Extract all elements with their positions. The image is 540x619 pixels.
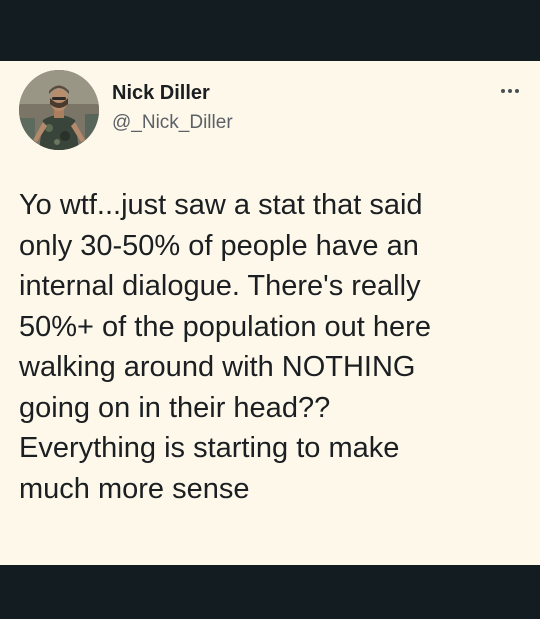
more-options-button[interactable]: [499, 83, 521, 99]
tweet-text: Yo wtf...just saw a stat that said only …: [19, 189, 431, 505]
author-display-name[interactable]: Nick Diller: [112, 81, 233, 105]
author-handle[interactable]: @_Nick_Diller: [112, 112, 233, 134]
profile-photo-icon: [19, 70, 99, 150]
screenshot-frame: Nick Diller @_Nick_Diller Yo wtf...just …: [0, 0, 540, 619]
more-options-icon: [501, 89, 505, 93]
avatar[interactable]: [19, 70, 99, 150]
tweet-author: Nick Diller @_Nick_Diller: [112, 81, 233, 134]
more-options-icon: [508, 89, 512, 93]
more-options-icon: [515, 89, 519, 93]
tweet-card: Nick Diller @_Nick_Diller Yo wtf...just …: [0, 61, 540, 565]
